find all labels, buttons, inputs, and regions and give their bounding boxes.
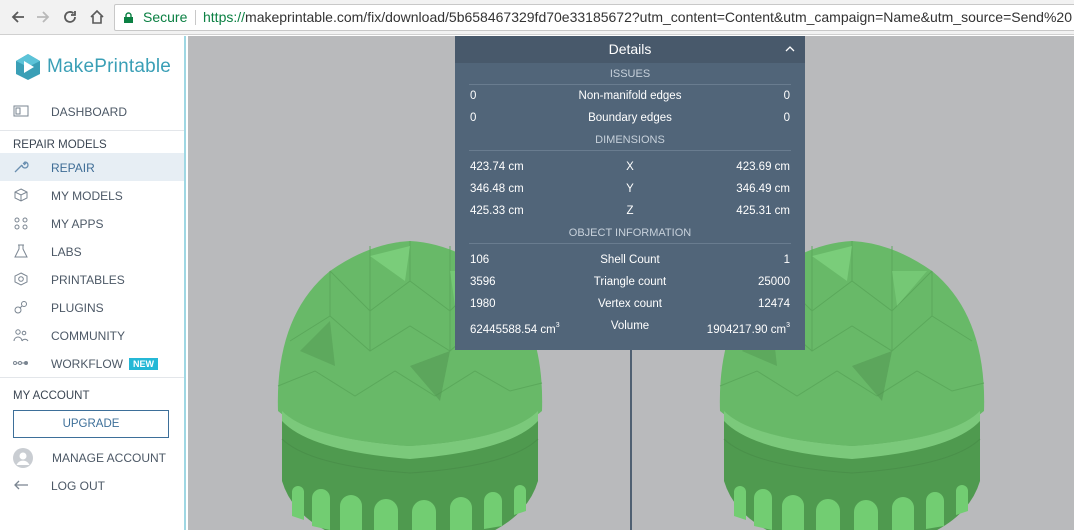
home-button[interactable] [87,7,107,27]
brand-name: MakePrintable [47,56,172,77]
detail-row: 0 Boundary edges 0 [469,107,791,129]
url-text[interactable]: https://makeprintable.com/fix/download/5… [203,5,1072,30]
detail-row: 346.48 cm Y 346.49 cm [469,178,791,200]
sidebar-item-plugins[interactable]: PLUGINS [0,293,184,321]
sidebar-item-community[interactable]: COMMUNITY [0,321,184,349]
detail-row: 106 Shell Count 1 [469,249,791,271]
sidebar: MakePrintable DASHBOARD REPAIR MODELS RE… [0,36,186,530]
sidebar-item-label: LOG OUT [51,479,106,493]
sidebar-item-workflow[interactable]: WORKFLOW NEW [0,349,184,377]
sidebar-item-log-out[interactable]: LOG OUT [0,471,184,499]
apps-icon [14,217,28,230]
chevron-up-icon[interactable] [785,44,795,54]
detail-right-value: 12474 [758,298,790,310]
sidebar-item-label: REPAIR [51,161,95,175]
url-scheme: https:// [203,9,246,25]
issues-section-header: ISSUES [469,63,791,85]
object-information-section-header: OBJECT INFORMATION [469,222,791,244]
sidebar-item-repair[interactable]: REPAIR [0,153,184,181]
sidebar-item-printables[interactable]: PRINTABLES [0,265,184,293]
address-bar[interactable]: Secure https://makeprintable.com/fix/dow… [114,4,1074,31]
lock-icon [124,12,133,23]
details-title: Details [608,41,652,57]
section-header-repair-models: REPAIR MODELS [13,139,107,151]
detail-right-value: 346.49 cm [736,183,790,195]
makeprintable-logo-icon [16,54,40,80]
detail-row: 62445588.54 cm3 Volume 1904217.90 cm3 [469,315,791,337]
detail-right-value: 25000 [758,276,790,288]
sidebar-item-label: MANAGE ACCOUNT [52,451,167,465]
divider [0,377,184,378]
details-header[interactable]: Details [455,36,805,63]
detail-label: Triangle count [593,276,667,288]
volume-right-value: 1904217.90 cm3 [707,315,790,341]
sidebar-item-my-models[interactable]: MY MODELS [0,181,184,209]
detail-label: Shell Count [600,254,660,266]
detail-row: 3596 Triangle count 25000 [469,271,791,293]
sidebar-item-label: PLUGINS [51,301,104,315]
sidebar-item-label: WORKFLOW NEW [51,357,158,371]
sidebar-item-label: MY APPS [51,217,104,231]
detail-row: 0 Non-manifold edges 0 [469,85,791,107]
cubic-superscript: 3 [786,322,790,329]
detail-right-value: 1 [783,254,790,266]
secure-label: Secure [143,9,188,25]
omnibox-separator [195,10,196,25]
logout-arrow-icon [14,480,28,490]
sidebar-item-label: LABS [51,245,82,259]
forward-button[interactable] [33,7,53,27]
back-arrow-icon [11,11,24,23]
dashboard-icon [13,105,29,117]
workflow-label: WORKFLOW [51,357,123,371]
avatar [13,448,33,468]
reload-button[interactable] [60,7,80,27]
reload-icon [64,11,76,23]
sidebar-item-label: MY MODELS [51,189,123,203]
details-panel: Details ISSUES 0 Non-manifold edges 0 0 Bou… [455,36,805,350]
browser-toolbar: Secure https://makeprintable.com/fix/dow… [0,0,1074,35]
sidebar-item-label: DASHBOARD [51,105,128,119]
detail-right-value: 0 [783,90,790,102]
detail-label: Non-manifold edges [578,90,682,102]
forward-arrow-icon [37,11,50,23]
community-icon [13,329,29,342]
detail-right-value: 423.69 cm [736,161,790,173]
sidebar-item-label: PRINTABLES [51,273,125,287]
detail-label: Vertex count [598,298,662,310]
workflow-icon [13,361,28,365]
flask-icon [14,244,28,258]
detail-right-value: 425.31 cm [736,205,790,217]
sidebar-item-my-apps[interactable]: MY APPS [0,209,184,237]
detail-row: 1980 Vertex count 12474 [469,293,791,315]
detail-right-value: 0 [783,112,790,124]
new-badge: NEW [129,358,158,370]
brand-logo[interactable]: MakePrintable [14,52,171,82]
sidebar-item-label: COMMUNITY [51,329,125,343]
wrench-icon [14,161,29,173]
cube-icon [14,188,28,202]
sidebar-item-manage-account[interactable]: MANAGE ACCOUNT [0,443,184,471]
upgrade-button[interactable]: UPGRADE [13,410,169,438]
sidebar-item-dashboard[interactable]: DASHBOARD [0,97,184,125]
sidebar-item-labs[interactable]: LABS [0,237,184,265]
section-header-my-account: MY ACCOUNT [13,390,90,402]
home-icon [90,9,104,24]
url-path: makeprintable.com/fix/download/5b6584673… [245,9,1072,25]
detail-row: 423.74 cm X 423.69 cm [469,156,791,178]
plugins-icon [14,301,27,314]
back-button[interactable] [8,7,28,27]
printables-icon [14,272,28,286]
detail-row: 425.33 cm Z 425.31 cm [469,200,791,222]
detail-right-value: 1904217.90 cm [706,324,787,336]
dimensions-section-header: DIMENSIONS [469,129,791,151]
divider [0,130,184,131]
detail-label: Boundary edges [588,112,672,124]
